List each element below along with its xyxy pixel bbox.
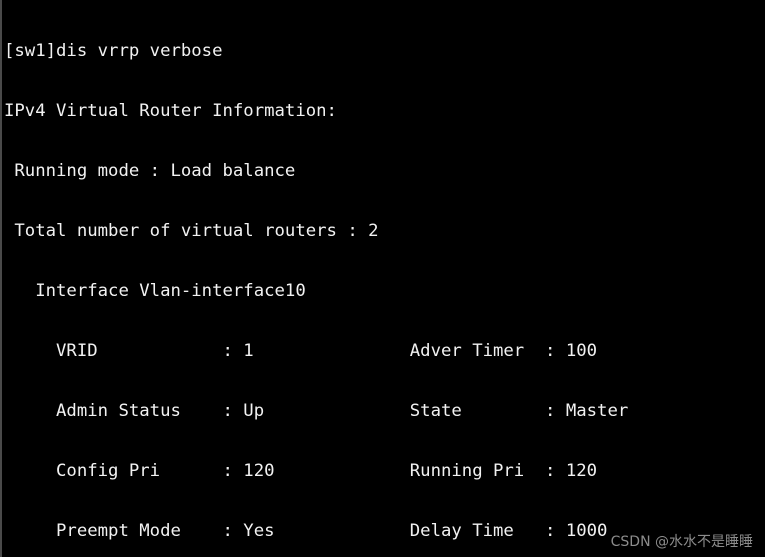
terminal-window[interactable]: [sw1]dis vrrp verbose IPv4 Virtual Route… xyxy=(0,0,765,557)
console-output[interactable]: [sw1]dis vrrp verbose IPv4 Virtual Route… xyxy=(2,0,765,557)
terminal-line-header: IPv4 Virtual Router Information: xyxy=(4,101,337,121)
terminal-line-running-mode: Running mode : Load balance xyxy=(4,161,296,181)
watermark: CSDN @水水不是睡睡 xyxy=(610,534,753,550)
terminal-line-adminstatus-state: Admin Status : Up State : Master xyxy=(4,401,629,421)
terminal-line-vrid-advertimer: VRID : 1 Adver Timer : 100 xyxy=(4,341,598,361)
terminal-line-command: [sw1]dis vrrp verbose xyxy=(4,41,223,61)
terminal-line-total-routers: Total number of virtual routers : 2 xyxy=(4,221,379,241)
terminal-line-interface: Interface Vlan-interface10 xyxy=(4,281,306,301)
terminal-line-configpri-runningpri: Config Pri : 120 Running Pri : 120 xyxy=(4,461,598,481)
